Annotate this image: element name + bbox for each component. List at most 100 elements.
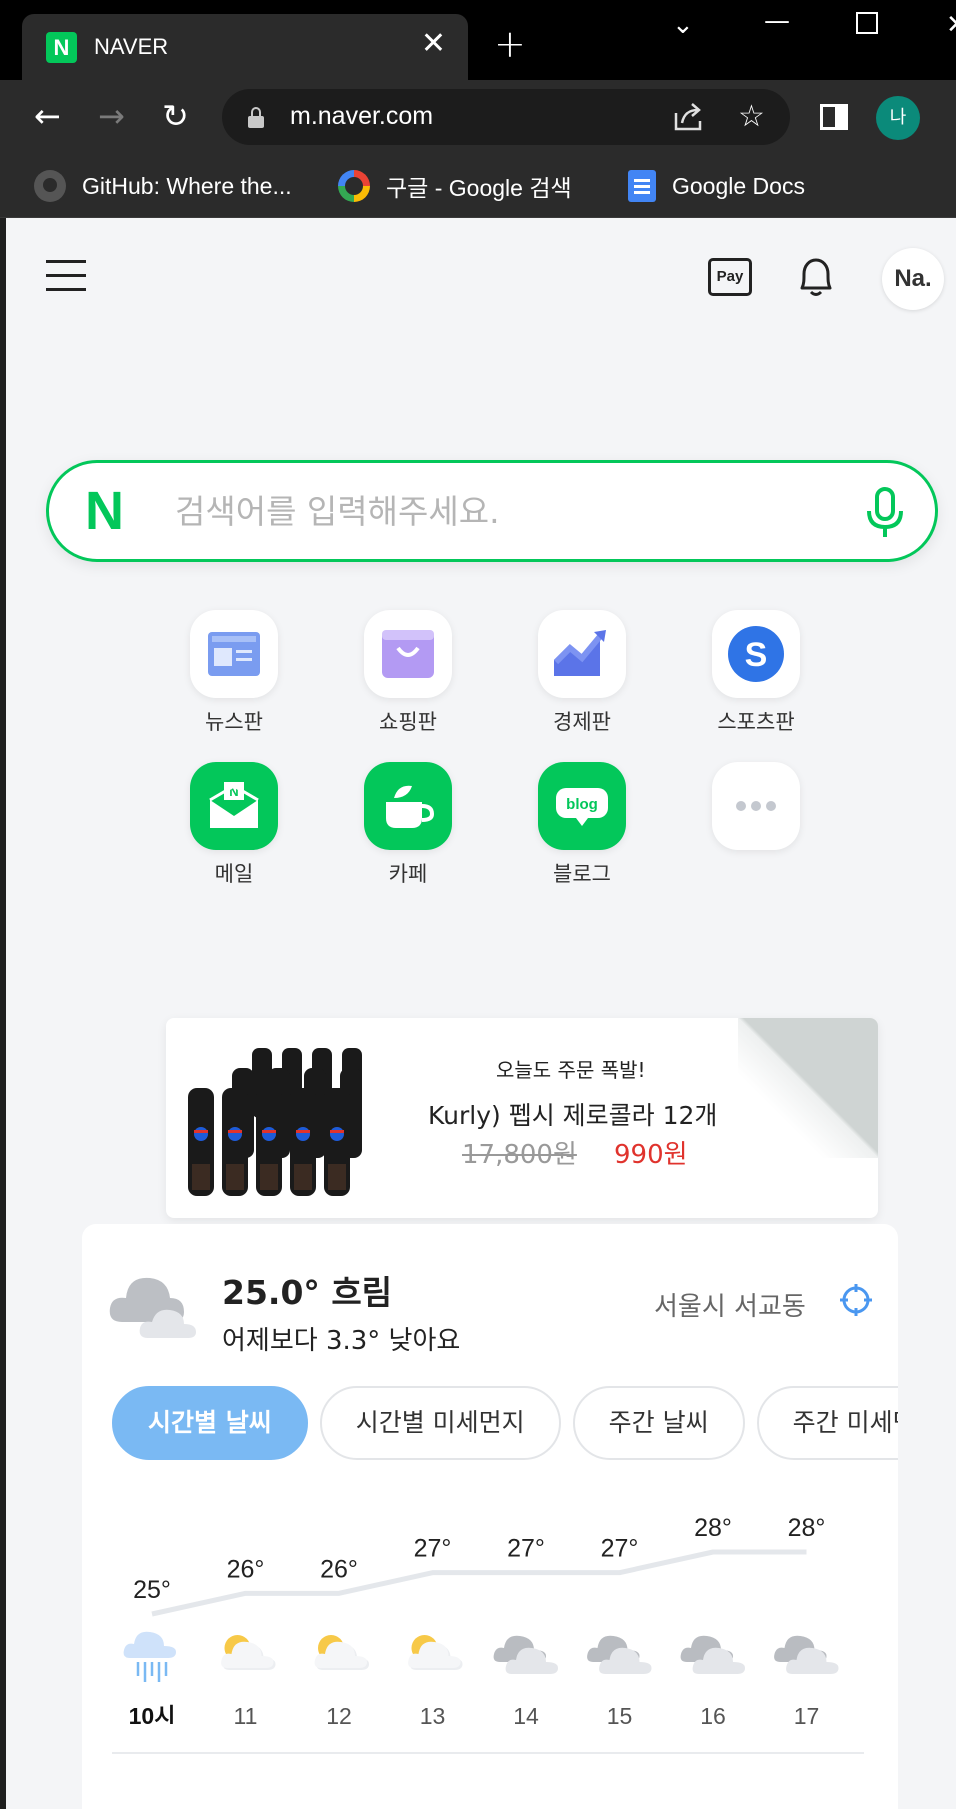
temperature-value-label: 26° <box>320 1555 358 1583</box>
shortcut-more[interactable] <box>686 762 826 850</box>
tab-weekly-weather[interactable]: 주간 날씨 <box>572 1386 745 1460</box>
temperature-value-label: 28° <box>694 1514 732 1542</box>
user-avatar[interactable]: Na. <box>882 248 944 310</box>
shortcut-mail[interactable]: N 메일 <box>164 762 304 888</box>
share-icon[interactable] <box>672 101 706 133</box>
tab-hourly-weather[interactable]: 시간별 날씨 <box>112 1386 308 1460</box>
lock-icon[interactable] <box>248 107 264 129</box>
shortcut-label: 스포츠판 <box>717 710 795 734</box>
cloudy-icon <box>109 1277 196 1338</box>
bookmark-label: 구글 - Google 검색 <box>386 175 572 201</box>
partly-cloudy-icon <box>314 1635 369 1670</box>
shortcut-cafe[interactable]: 카페 <box>338 762 478 888</box>
temperature-value-label: 27° <box>601 1535 639 1563</box>
hourly-temperature-chart: 25° 26° 26° 27° 27° 27° 28° 28° 10시 11 12 13 14 15 16 1… <box>123 1514 839 1724</box>
divider <box>112 1752 864 1754</box>
chart-up-icon <box>538 610 626 698</box>
naver-mobile-page: Pay Na. N 뉴스판 쇼핑판 <box>6 218 956 1809</box>
ad-banner[interactable]: 오늘도 주문 폭발! Kurly) 펩시 제로콜라 12개 17,800원 99… <box>166 1018 878 1218</box>
browser-tab[interactable]: N NAVER ✕ <box>22 14 468 80</box>
hour-tick-label: 15 <box>607 1703 633 1724</box>
menu-hamburger-icon[interactable] <box>46 260 86 291</box>
temperature-value-label: 26° <box>227 1555 265 1583</box>
ad-original-price: 17,800원 <box>462 1140 577 1170</box>
bookmark-google-docs[interactable]: Google Docs <box>628 166 805 206</box>
ad-sale-price: 990원 <box>614 1140 688 1170</box>
ad-tagline: 오늘도 주문 폭발! <box>496 1058 646 1082</box>
search-input[interactable] <box>175 485 775 537</box>
temperature-value-label: 25° <box>133 1576 171 1604</box>
bookmark-google-search[interactable]: 구글 - Google 검색 <box>338 166 572 206</box>
cloudy-icon <box>493 1635 558 1674</box>
hour-tick-label: 14 <box>513 1703 539 1724</box>
url-text[interactable]: m.naver.com <box>290 102 433 131</box>
shortcut-news[interactable]: 뉴스판 <box>164 610 304 736</box>
more-icon <box>712 762 800 850</box>
profile-avatar[interactable]: 나 <box>876 96 920 140</box>
tab-weekly-dust[interactable]: 주간 미세먼지 <box>756 1386 898 1460</box>
maximize-icon[interactable] <box>856 12 878 34</box>
mail-icon: N <box>190 762 278 850</box>
cafe-cup-icon <box>364 762 452 850</box>
rain-icon <box>123 1631 176 1682</box>
notification-bell-icon[interactable] <box>794 254 838 300</box>
news-icon <box>190 610 278 698</box>
temperature-value-label: 28° <box>788 1514 826 1542</box>
search-bar[interactable]: N <box>46 460 938 562</box>
back-arrow-icon[interactable]: ← <box>34 98 61 134</box>
hour-tick-label: 10시 <box>129 1703 176 1724</box>
page-curl-decoration <box>738 1018 878 1158</box>
side-panel-icon[interactable] <box>820 104 848 130</box>
weather-location[interactable]: 서울시 서교동 <box>654 1286 806 1323</box>
shortcut-economy[interactable]: 경제판 <box>512 610 652 736</box>
weather-tabs: 시간별 날씨시간별 미세먼지주간 날씨주간 미세먼지 <box>112 1386 898 1466</box>
address-bar[interactable]: m.naver.com ☆ <box>222 89 790 145</box>
shortcut-sports[interactable]: S 스포츠판 <box>686 610 826 736</box>
partly-cloudy-icon <box>408 1635 463 1670</box>
window-close-icon[interactable]: ✕ <box>946 10 956 40</box>
naver-favicon-icon: N <box>46 32 77 63</box>
minimize-icon[interactable]: — <box>764 6 790 36</box>
cloudy-icon <box>774 1635 839 1674</box>
close-tab-icon[interactable]: ✕ <box>421 28 446 60</box>
docs-icon <box>628 170 656 202</box>
hour-tick-label: 17 <box>794 1703 820 1724</box>
new-tab-plus-icon[interactable]: + <box>494 24 526 64</box>
bookmarks-bar: GitHub: Where the... 구글 - Google 검색 Goog… <box>0 154 956 218</box>
shortcut-label: 카페 <box>388 862 428 886</box>
shortcut-label: 쇼핑판 <box>379 710 437 734</box>
naver-pay-icon[interactable]: Pay <box>708 258 752 296</box>
page-header: Pay Na. <box>6 218 956 328</box>
blog-icon: blog <box>538 762 626 850</box>
bookmark-github[interactable]: GitHub: Where the... <box>34 166 292 206</box>
bookmark-label: Google Docs <box>672 172 805 199</box>
hour-tick-label: 16 <box>700 1703 726 1724</box>
forward-arrow-icon[interactable]: → <box>98 98 125 134</box>
temperature-value-label: 27° <box>414 1535 452 1563</box>
shortcut-label: 경제판 <box>553 710 611 734</box>
cloudy-icon <box>680 1635 745 1674</box>
reload-icon[interactable]: ↻ <box>162 98 189 134</box>
blog-badge-text: blog <box>566 796 598 813</box>
current-temperature: 25.0° 흐림 <box>222 1273 393 1312</box>
weather-widget: 25.0° 흐림 어제보다 3.3° 낮아요 서울시 서교동 시간별 날씨 시간별… <box>82 1224 898 1809</box>
tab-search-chevron-icon[interactable]: ⌄ <box>672 10 694 40</box>
shortcut-blog[interactable]: blog 블로그 <box>512 762 652 888</box>
hour-tick-label: 11 <box>234 1703 258 1724</box>
temperature-value-label: 27° <box>507 1535 545 1563</box>
naver-logo: N <box>85 481 124 541</box>
sports-badge-letter: S <box>745 636 768 674</box>
bookmark-star-icon[interactable]: ☆ <box>738 99 765 134</box>
temperature-comparison: 어제보다 3.3° 낮아요 <box>222 1326 461 1356</box>
sports-icon: S <box>712 610 800 698</box>
pepsi-bottles-image <box>188 1048 362 1196</box>
microphone-icon[interactable] <box>865 485 905 539</box>
shortcut-shopping[interactable]: 쇼핑판 <box>338 610 478 736</box>
shopping-bag-icon <box>364 610 452 698</box>
locate-crosshair-icon[interactable] <box>838 1282 874 1318</box>
tab-title: NAVER <box>94 34 169 59</box>
tab-hourly-dust[interactable]: 시간별 미세먼지 <box>319 1386 561 1460</box>
hour-tick-label: 13 <box>420 1703 446 1724</box>
google-icon <box>338 170 370 202</box>
partly-cloudy-icon <box>221 1635 276 1670</box>
